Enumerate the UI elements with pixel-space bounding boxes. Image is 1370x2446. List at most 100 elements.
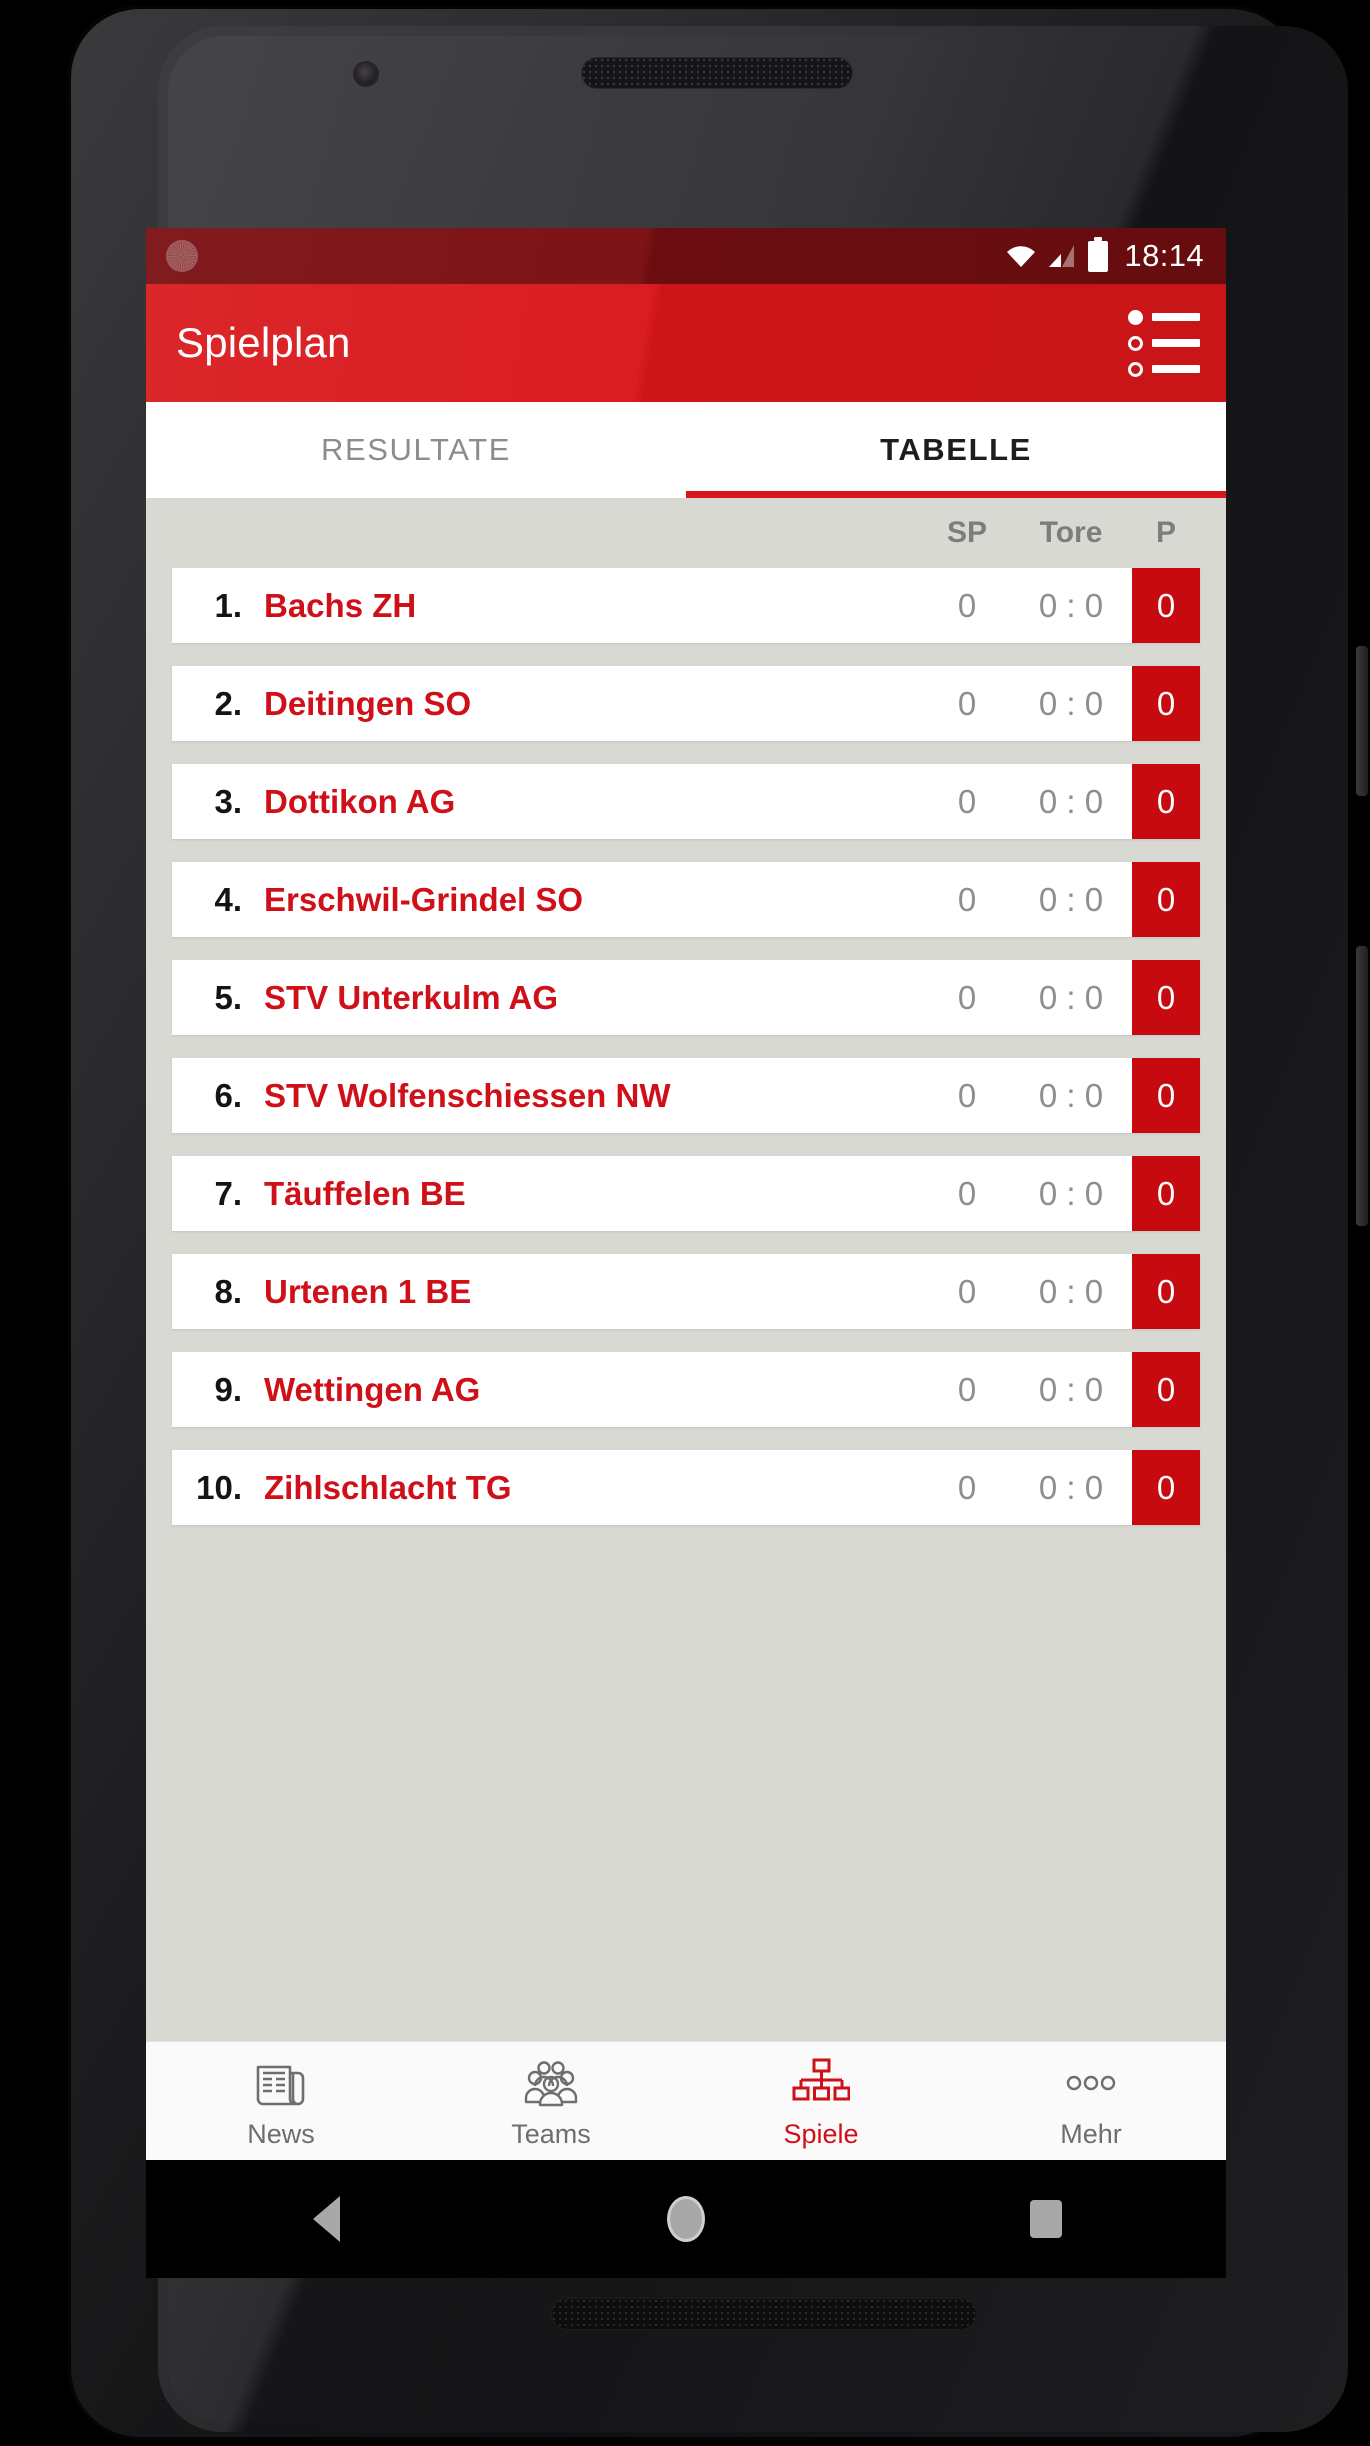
status-bar-left — [168, 242, 1006, 270]
row-games-played: 0 — [957, 684, 977, 722]
tab-label: TABELLE — [880, 432, 1032, 467]
people-group-icon — [522, 2052, 580, 2114]
row-games-played: 0 — [957, 586, 977, 624]
notification-dot-icon — [168, 242, 196, 270]
tab-bar: RESULTATE TABELLE — [146, 402, 1226, 498]
menu-bullet — [1128, 361, 1143, 377]
menu-bullet — [1128, 335, 1143, 351]
nav-label: Mehr — [1060, 2119, 1122, 2149]
row-rank: 8. — [214, 1272, 242, 1310]
table-row[interactable]: 7. Täuffelen BE 0 0 : 0 0 — [172, 1156, 1200, 1231]
row-points: 0 — [1132, 1156, 1200, 1231]
row-points: 0 — [1132, 960, 1200, 1035]
menu-bullet — [1128, 309, 1143, 325]
bottom-navigation: News Teams Spiele Mehr — [146, 2041, 1226, 2160]
row-team-name: STV Unterkulm AG — [264, 978, 558, 1016]
table-row[interactable]: 3. Dottikon AG 0 0 : 0 0 — [172, 764, 1200, 839]
table-row[interactable]: 6. STV Wolfenschiessen NW 0 0 : 0 0 — [172, 1058, 1200, 1133]
row-points: 0 — [1132, 568, 1200, 643]
menu-line — [1128, 361, 1200, 377]
cellular-signal-icon — [1048, 244, 1076, 268]
row-rank: 6. — [214, 1076, 242, 1114]
row-points: 0 — [1132, 666, 1200, 741]
row-goals: 0 : 0 — [1038, 978, 1104, 1016]
row-rank: 5. — [214, 978, 242, 1016]
table-column-headers: SP Tore P — [146, 498, 1226, 568]
row-goals: 0 : 0 — [1038, 1076, 1104, 1114]
row-goals: 0 : 0 — [1038, 880, 1104, 918]
nav-item-mehr[interactable]: Mehr — [956, 2042, 1226, 2160]
table-row[interactable]: 1. Bachs ZH 0 0 : 0 0 — [172, 568, 1200, 643]
home-circle-icon[interactable] — [506, 2196, 866, 2242]
app-bar: Spielplan — [146, 284, 1226, 402]
front-camera-icon — [355, 63, 377, 85]
row-team-name: Dottikon AG — [264, 782, 456, 820]
menu-bar — [1152, 313, 1200, 321]
table-row[interactable]: 9. Wettingen AG 0 0 : 0 0 — [172, 1352, 1200, 1427]
row-rank: 2. — [214, 684, 242, 722]
row-games-played: 0 — [957, 880, 977, 918]
menu-line — [1128, 335, 1200, 351]
tab-resultate[interactable]: RESULTATE — [146, 402, 686, 498]
row-games-played: 0 — [957, 1370, 977, 1408]
recent-square-icon[interactable] — [866, 2200, 1226, 2238]
earpiece-speaker — [582, 58, 852, 88]
row-rank: 7. — [214, 1174, 242, 1212]
row-games-played: 0 — [957, 1272, 977, 1310]
tab-tabelle[interactable]: TABELLE — [686, 402, 1226, 498]
row-goals: 0 : 0 — [1038, 1174, 1104, 1212]
nav-label: Teams — [511, 2119, 591, 2149]
row-games-played: 0 — [957, 782, 977, 820]
phone-screen: 18:14 Spielplan RESULTATE TABELLE SP Tor… — [146, 228, 1226, 2160]
column-header-sp: SP — [946, 516, 988, 549]
volume-button[interactable] — [1356, 946, 1368, 1226]
row-points: 0 — [1132, 1254, 1200, 1329]
row-points: 0 — [1132, 1352, 1200, 1427]
row-goals: 0 : 0 — [1038, 1370, 1104, 1408]
row-rank: 10. — [196, 1468, 242, 1506]
row-team-name: Bachs ZH — [264, 586, 417, 624]
table-row[interactable]: 4. Erschwil-Grindel SO 0 0 : 0 0 — [172, 862, 1200, 937]
row-points: 0 — [1132, 1450, 1200, 1525]
table-row[interactable]: 8. Urtenen 1 BE 0 0 : 0 0 — [172, 1254, 1200, 1329]
android-system-navigation — [146, 2160, 1226, 2278]
nav-label: News — [247, 2119, 315, 2149]
org-chart-icon — [792, 2052, 850, 2114]
row-games-played: 0 — [957, 978, 977, 1016]
row-goals: 0 : 0 — [1038, 782, 1104, 820]
row-rank: 4. — [214, 880, 242, 918]
back-triangle-icon[interactable] — [146, 2196, 506, 2242]
menu-line — [1128, 309, 1200, 325]
row-goals: 0 : 0 — [1038, 1468, 1104, 1506]
nav-item-teams[interactable]: Teams — [416, 2042, 686, 2160]
tab-label: RESULTATE — [320, 432, 512, 467]
nav-label: Spiele — [783, 2119, 859, 2149]
table-row[interactable]: 2. Deitingen SO 0 0 : 0 0 — [172, 666, 1200, 741]
power-button[interactable] — [1356, 646, 1368, 796]
menu-bar — [1152, 339, 1200, 347]
nav-item-spiele[interactable]: Spiele — [686, 2042, 956, 2160]
standings-list: 1. Bachs ZH 0 0 : 0 0 2. Deitingen SO 0 … — [146, 568, 1226, 1525]
column-header-p: P — [1155, 516, 1176, 549]
more-dots-icon — [1062, 2052, 1120, 2114]
wifi-icon — [1006, 244, 1036, 268]
row-team-name: Urtenen 1 BE — [264, 1272, 472, 1310]
table-row[interactable]: 10. Zihlschlacht TG 0 0 : 0 0 — [172, 1450, 1200, 1525]
newspaper-icon — [254, 2052, 308, 2114]
row-rank: 9. — [214, 1370, 242, 1408]
row-goals: 0 : 0 — [1038, 1272, 1104, 1310]
row-points: 0 — [1132, 764, 1200, 839]
row-team-name: Zihlschlacht TG — [264, 1468, 512, 1506]
status-bar-right: 18:14 — [1006, 236, 1204, 274]
bottom-speaker — [552, 2299, 976, 2329]
status-bar-clock: 18:14 — [1124, 238, 1204, 273]
menu-bar — [1152, 365, 1200, 373]
nav-item-news[interactable]: News — [146, 2042, 416, 2160]
battery-icon — [1088, 236, 1109, 272]
row-team-name: Wettingen AG — [264, 1370, 481, 1408]
row-team-name: Deitingen SO — [264, 684, 472, 722]
row-rank: 1. — [214, 586, 242, 624]
list-menu-icon[interactable] — [1128, 309, 1200, 377]
table-row[interactable]: 5. STV Unterkulm AG 0 0 : 0 0 — [172, 960, 1200, 1035]
status-bar: 18:14 — [146, 228, 1226, 284]
